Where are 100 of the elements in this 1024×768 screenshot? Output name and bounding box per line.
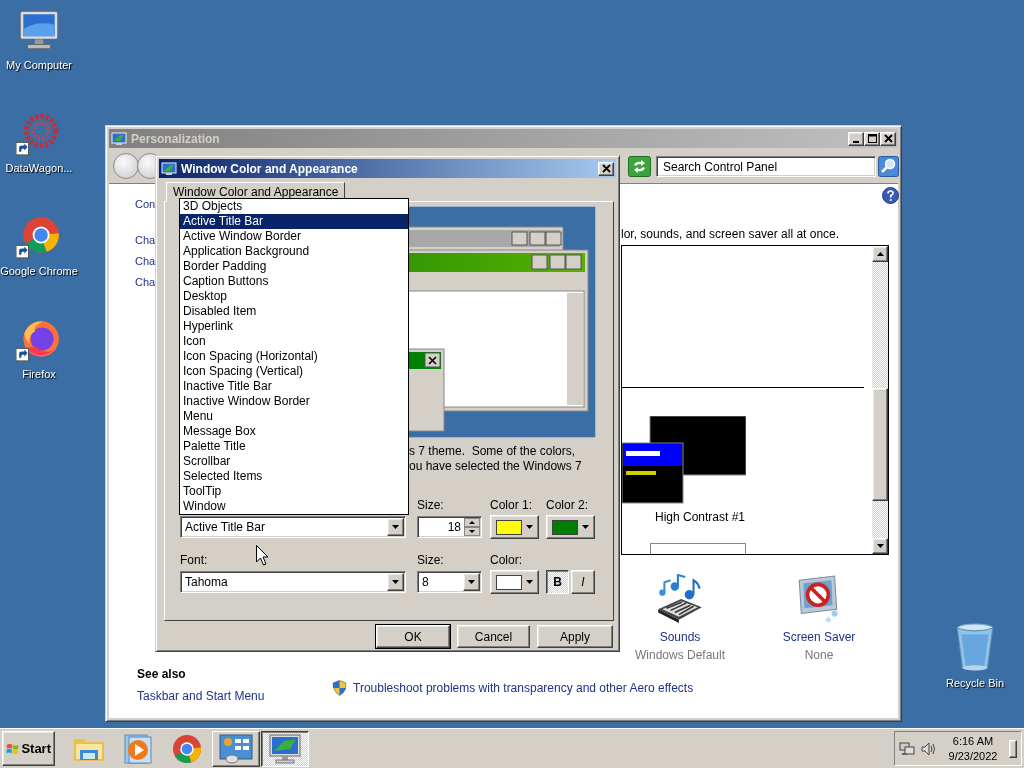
color-picker-button[interactable]: [490, 515, 539, 539]
dropdown-option[interactable]: Desktop: [180, 289, 408, 304]
italic-button[interactable]: I: [571, 570, 595, 594]
dialog-title: Window Color and Appearance: [181, 161, 359, 176]
dropdown-option[interactable]: Window: [180, 499, 408, 514]
taskbar-button[interactable]: [261, 730, 309, 767]
desktop-icon-label[interactable]: Google Chrome: [0, 265, 78, 277]
intro-text: lor, sounds, and screen saver all at once.: [621, 227, 840, 241]
dropdown-option[interactable]: 3D Objects: [180, 199, 408, 214]
field-label: Font:: [180, 553, 208, 567]
dropdown-option[interactable]: Inactive Window Border: [180, 394, 408, 409]
search-field[interactable]: Search Control Panel: [656, 156, 876, 177]
task-link[interactable]: Cha: [135, 234, 156, 246]
minimize-icon: [853, 140, 859, 143]
caret-icon: [526, 525, 533, 529]
field-label: Color:: [490, 553, 522, 567]
dropdown-option[interactable]: Selected Items: [180, 469, 408, 484]
search-icon[interactable]: [878, 156, 899, 177]
close-icon: [881, 133, 895, 144]
media-player-icon: [121, 732, 155, 765]
dropdown-option[interactable]: Icon Spacing (Vertical): [180, 364, 408, 379]
maximize-button[interactable]: [864, 131, 880, 146]
speaker-icon[interactable]: [921, 740, 937, 757]
clock-time[interactable]: 6:16 AM: [952, 735, 994, 747]
caret-icon: [392, 525, 399, 529]
dropdown-option[interactable]: Scrollbar: [180, 454, 408, 469]
desktop-icon-label[interactable]: Firefox: [22, 368, 56, 380]
dropdown-option[interactable]: Icon: [180, 334, 408, 349]
cursor-icon: [256, 545, 269, 566]
task-link[interactable]: Con: [135, 198, 156, 210]
dropdown-option[interactable]: Menu: [180, 409, 408, 424]
dialog-button[interactable]: Apply: [537, 625, 613, 648]
dropdown-button[interactable]: [463, 573, 480, 591]
close-button[interactable]: [598, 161, 614, 176]
scroll-down-button[interactable]: [872, 538, 888, 554]
field-label: Size:: [417, 498, 444, 512]
dropdown-button[interactable]: [387, 518, 404, 536]
window-title: Personalization: [131, 131, 221, 146]
see-also-link[interactable]: Taskbar and Start Menu: [137, 689, 265, 703]
bold-button[interactable]: B: [546, 570, 569, 594]
caret-icon: [582, 525, 589, 529]
minimize-button[interactable]: [848, 131, 864, 146]
spin-buttons-icon[interactable]: [464, 518, 480, 536]
network-icon[interactable]: [899, 740, 915, 757]
field-label: Size:: [417, 553, 444, 567]
font-dropdown[interactable]: Tahoma: [180, 571, 406, 593]
dropdown-option[interactable]: Message Box: [180, 424, 408, 439]
caret-icon: [468, 580, 475, 584]
size-spinner[interactable]: 18: [417, 516, 482, 538]
task-link[interactable]: Cha: [135, 276, 156, 288]
chrome-icon[interactable]: [16, 214, 62, 260]
close-icon: [599, 163, 613, 174]
font-size-dropdown[interactable]: 8: [417, 571, 482, 593]
monitor-icon: [161, 161, 177, 176]
dropdown-option[interactable]: Border Padding: [180, 259, 408, 274]
color-picker-button[interactable]: [546, 515, 595, 539]
field-label: Color 2:: [546, 498, 589, 512]
dropdown-option[interactable]: Active Title Bar: [180, 214, 408, 229]
caret-icon: [526, 580, 533, 584]
theme-thumbnail[interactable]: [622, 416, 746, 504]
setting-value: None: [804, 648, 834, 662]
dropdown-option[interactable]: Application Background: [180, 244, 408, 259]
refresh-icon[interactable]: [628, 156, 651, 177]
task-link[interactable]: Cha: [135, 255, 156, 267]
dropdown-option[interactable]: ToolTip: [180, 484, 408, 499]
control-panel-icon: [219, 732, 253, 765]
theme-label[interactable]: High Contrast #1: [639, 510, 761, 524]
monitor-icon: [111, 131, 127, 146]
dropdown-button[interactable]: [387, 573, 404, 591]
dropdown-option[interactable]: Palette Title: [180, 439, 408, 454]
scrollbar[interactable]: [872, 246, 888, 554]
clock-date[interactable]: 9/23/2022: [948, 750, 998, 762]
caret-icon: [876, 544, 884, 548]
dialog-button[interactable]: Cancel: [457, 625, 530, 648]
dropdown-option[interactable]: Disabled Item: [180, 304, 408, 319]
dialog-button[interactable]: OK: [376, 625, 450, 648]
see-also-heading: See also: [137, 667, 186, 681]
start-button[interactable]: Start: [2, 731, 55, 766]
setting-label[interactable]: Sounds: [659, 630, 701, 644]
setting-label[interactable]: Screen Saver: [782, 630, 856, 644]
close-button[interactable]: [880, 131, 896, 146]
scroll-thumb[interactable]: [872, 388, 888, 501]
desktop-icon-label[interactable]: My Computer: [6, 59, 72, 71]
show-desktop-button[interactable]: [1009, 739, 1017, 758]
dropdown-option[interactable]: Hyperlink: [180, 319, 408, 334]
caret-icon: [876, 252, 884, 256]
troubleshoot-link[interactable]: Troubleshoot problems with transparency and other Aero effects: [353, 681, 694, 695]
description-text: ou have selected the Windows 7: [409, 459, 582, 473]
color-picker-button[interactable]: [490, 570, 539, 594]
dropdown-option[interactable]: Caption Buttons: [180, 274, 408, 289]
dropdown-option[interactable]: Active Window Border: [180, 229, 408, 244]
setting-value: Windows Default: [634, 648, 725, 662]
dropdown-option[interactable]: Inactive Title Bar: [180, 379, 408, 394]
help-icon[interactable]: [882, 187, 899, 204]
scroll-up-button[interactable]: [872, 246, 888, 262]
desktop-icon-label[interactable]: DataWagon...: [5, 162, 73, 174]
dropdown-option[interactable]: Icon Spacing (Horizontal): [180, 349, 408, 364]
item-dropdown[interactable]: Active Title Bar: [180, 516, 406, 538]
desktop-icon-label[interactable]: Recycle Bin: [945, 677, 1005, 689]
monitor-icon: [268, 732, 302, 765]
